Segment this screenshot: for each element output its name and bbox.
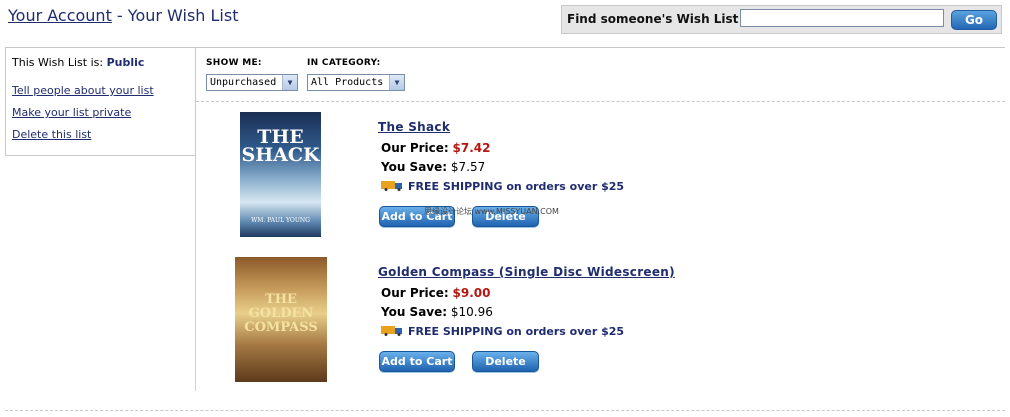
- header: Your Account - Your Wish List Find someo…: [0, 0, 1010, 40]
- show-me-label: SHOW ME:: [206, 58, 262, 68]
- our-price-label: Our Price:: [381, 141, 449, 155]
- title-separator: -: [111, 6, 128, 25]
- shipping-text: FREE SHIPPING on orders over $25: [408, 180, 625, 193]
- category-value: All Products: [311, 77, 384, 88]
- free-shipping-note: FREE SHIPPING on orders over $25: [381, 325, 624, 338]
- item-title-link[interactable]: The Shack: [378, 120, 450, 134]
- you-save-row: You Save: $10.96: [381, 305, 493, 319]
- wish-list-status: This Wish List is: Public: [12, 56, 144, 69]
- golden-compass-cover-image[interactable]: THE GOLDEN COMPASS: [235, 257, 327, 382]
- show-me-select[interactable]: Unpurchased ▼: [206, 74, 298, 91]
- shipping-text: FREE SHIPPING on orders over $25: [408, 325, 625, 338]
- cover-title-text: THE GOLDEN COMPASS: [244, 292, 318, 335]
- chevron-down-icon: ▼: [282, 75, 297, 90]
- free-shipping-note: FREE SHIPPING on orders over $25: [381, 180, 624, 193]
- you-save-label: You Save:: [381, 305, 448, 319]
- find-wish-list-label: Find someone's Wish List: [567, 12, 739, 26]
- make-private-link[interactable]: Make your list private: [12, 106, 131, 119]
- item-title-link[interactable]: Golden Compass (Single Disc Widescreen): [378, 265, 675, 279]
- category-select[interactable]: All Products ▼: [307, 74, 405, 91]
- top-divider: [196, 47, 1005, 48]
- truck-icon: [381, 181, 402, 191]
- our-price-row: Our Price: $7.42: [381, 141, 491, 155]
- you-save-label: You Save:: [381, 160, 448, 174]
- filter-divider: [196, 101, 1005, 102]
- find-wish-list-box: Find someone's Wish List Go: [561, 5, 1002, 34]
- status-prefix: This Wish List is:: [12, 56, 104, 69]
- delete-button[interactable]: Delete: [472, 351, 539, 372]
- watermark-text: 思缘设计论坛 www.MISSYUAN.COM: [424, 207, 559, 216]
- our-price-value: $7.42: [452, 141, 491, 155]
- page-title: Your Wish List: [127, 6, 239, 25]
- you-save-row: You Save: $7.57: [381, 160, 485, 174]
- find-wish-list-input[interactable]: [740, 9, 944, 27]
- category-label: IN CATEGORY:: [307, 58, 381, 68]
- sidebar-divider: [195, 156, 196, 391]
- wish-list-sidebar: This Wish List is: Public Tell people ab…: [5, 47, 196, 156]
- our-price-value: $9.00: [452, 286, 491, 300]
- the-shack-cover-image[interactable]: THE SHACK WM. PAUL YOUNG: [240, 112, 321, 237]
- delete-list-link[interactable]: Delete this list: [12, 128, 91, 141]
- cover-author-text: WM. PAUL YOUNG: [251, 217, 310, 224]
- tell-people-link[interactable]: Tell people about your list: [12, 84, 154, 97]
- chevron-down-icon: ▼: [389, 75, 404, 90]
- go-button[interactable]: Go: [951, 10, 997, 30]
- page-heading: Your Account - Your Wish List: [8, 6, 238, 25]
- our-price-label: Our Price:: [381, 286, 449, 300]
- add-to-cart-button[interactable]: Add to Cart: [379, 351, 455, 372]
- truck-icon: [381, 326, 402, 336]
- show-me-value: Unpurchased: [210, 77, 277, 88]
- cover-title-text: THE SHACK: [241, 126, 320, 166]
- status-value: Public: [106, 56, 145, 69]
- our-price-row: Our Price: $9.00: [381, 286, 491, 300]
- you-save-value: $7.57: [450, 160, 486, 174]
- bottom-divider: [5, 410, 1005, 411]
- your-account-link[interactable]: Your Account: [8, 6, 112, 25]
- you-save-value: $10.96: [450, 305, 493, 319]
